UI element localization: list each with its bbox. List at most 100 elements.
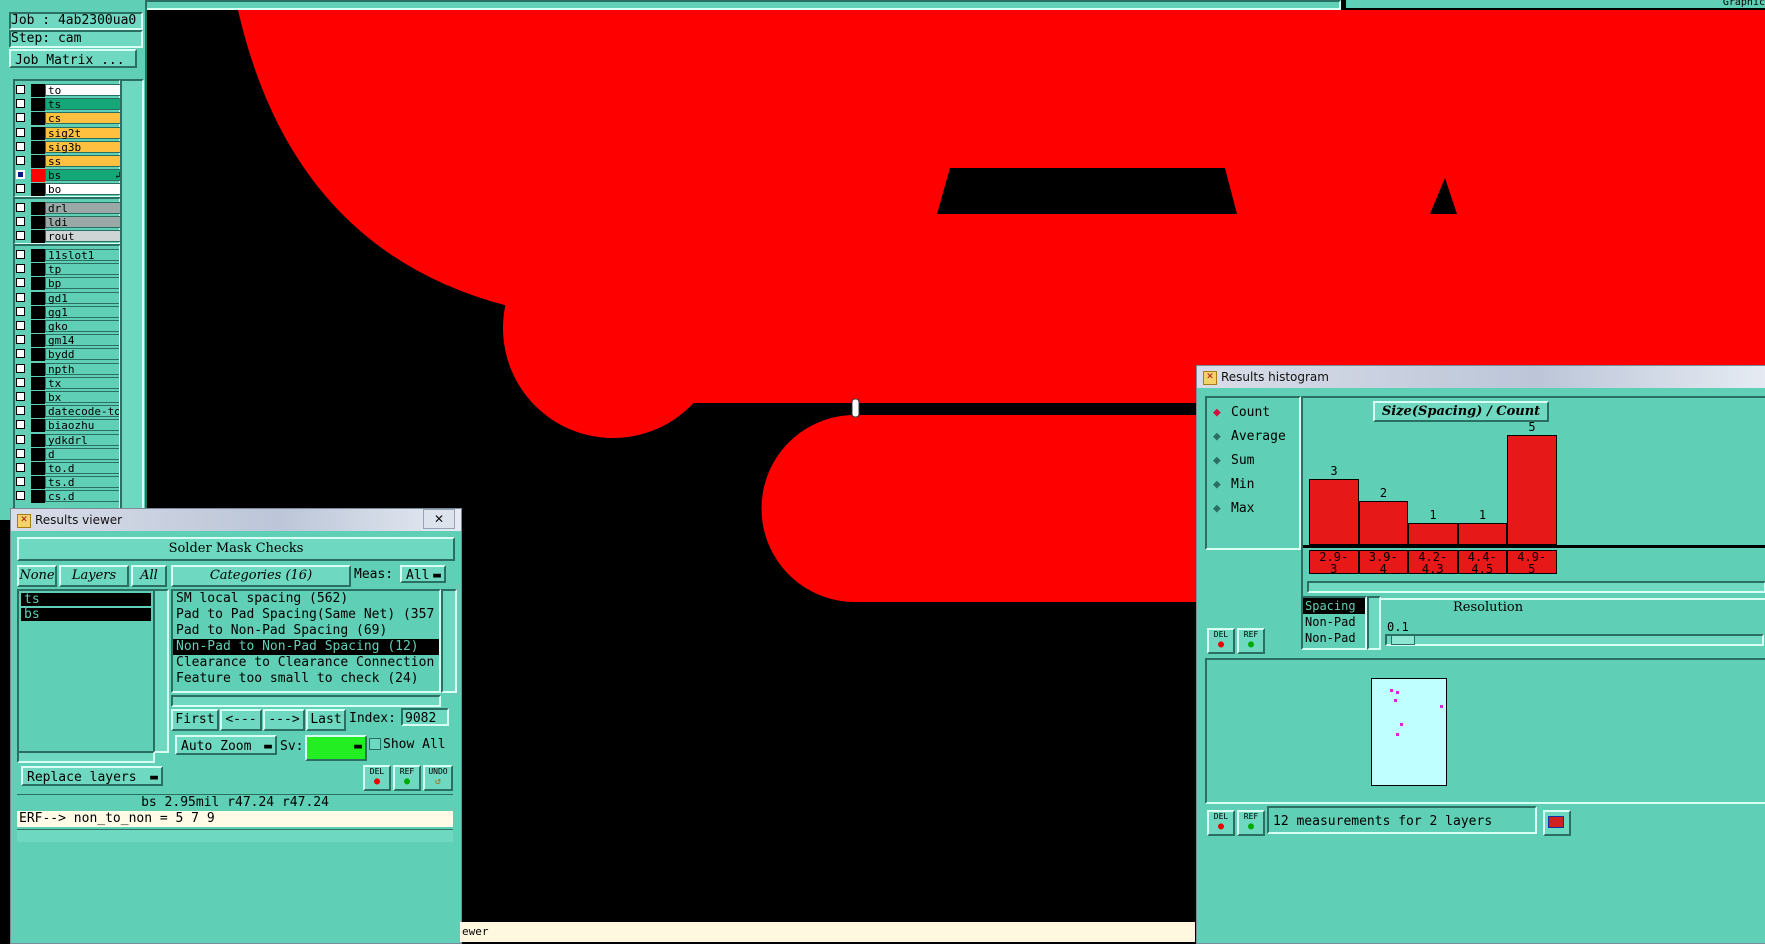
layer-name[interactable]: d (45, 448, 121, 460)
layer-checkbox[interactable] (16, 477, 25, 486)
layer-checkbox[interactable] (16, 128, 25, 137)
ref-button[interactable]: REF● (393, 765, 421, 791)
chart-hscroll[interactable] (1307, 581, 1765, 593)
layer-row-ts-d[interactable]: ts.d↲ (15, 476, 121, 489)
layer-row-sig3b[interactable]: sig3b↲ (15, 141, 127, 154)
radio-icon[interactable]: ◆ (1213, 452, 1225, 470)
layer-name[interactable]: drl (45, 202, 129, 214)
layer-color-swatch[interactable] (31, 141, 45, 154)
layer-name[interactable]: gg1 (45, 306, 121, 318)
result-layer-item[interactable]: bs (21, 608, 151, 621)
layer-checkbox[interactable] (16, 491, 25, 500)
resolution-slider[interactable] (1385, 634, 1764, 646)
layer-color-swatch[interactable] (31, 306, 45, 319)
layer-checkbox[interactable] (16, 378, 25, 387)
layer-name[interactable]: cs↲ (45, 112, 129, 124)
layer-name[interactable]: gd1 (45, 292, 121, 304)
preview-del-button[interactable]: DEL● (1207, 810, 1235, 836)
layer-name[interactable]: ydkdrl (45, 434, 121, 446)
histogram-bar[interactable] (1507, 435, 1557, 545)
category-item[interactable]: Feature too small to check (24) (173, 671, 439, 687)
layer-checkbox[interactable] (16, 203, 25, 212)
layer-checkbox[interactable] (16, 85, 25, 94)
layer-row-drl[interactable]: drl (15, 202, 127, 215)
layer-row-gg1[interactable]: gg1 (15, 306, 121, 319)
layer-color-swatch[interactable] (31, 462, 45, 475)
layer-row-cs[interactable]: cs↲ (15, 112, 127, 125)
layer-row-tp[interactable]: tp (15, 263, 121, 276)
layer-checkbox[interactable] (16, 406, 25, 415)
layer-row-gd1[interactable]: gd1 (15, 292, 121, 305)
layer-color-swatch[interactable] (31, 405, 45, 418)
auto-zoom-dropdown[interactable]: Auto Zoom ▬ (175, 735, 277, 755)
layer-row-tx[interactable]: tx (15, 377, 121, 390)
layer-name[interactable]: ss↲ (45, 155, 129, 167)
layer-row-ldi[interactable]: ldi (15, 216, 127, 229)
layer-name[interactable]: bo↲ (45, 183, 129, 195)
layer-name[interactable]: datecode-to (45, 405, 121, 417)
layer-name[interactable]: bydd (45, 348, 121, 360)
layer-row-ydkdrl[interactable]: ydkdrl (15, 434, 121, 447)
layer-row-ss[interactable]: ss↲ (15, 155, 127, 168)
layer-checkbox[interactable] (16, 113, 25, 122)
histogram-titlebar[interactable]: ✕ Results histogram (1197, 366, 1765, 388)
layer-color-swatch[interactable] (31, 434, 45, 447)
layer-checkbox[interactable] (16, 364, 25, 373)
layer-color-swatch[interactable] (31, 263, 45, 276)
layer-name[interactable]: to↲ (45, 84, 129, 96)
radio-icon[interactable]: ◆ (1213, 500, 1225, 518)
layer-name[interactable]: bs↲⊞ (45, 169, 129, 181)
layer-name[interactable]: gm14 (45, 334, 121, 346)
first-button[interactable]: First (171, 709, 219, 731)
measure-item[interactable]: Non-Pad (1303, 614, 1365, 630)
layer-checkbox[interactable] (16, 278, 25, 287)
layer-color-swatch[interactable] (31, 419, 45, 432)
layer-row-to[interactable]: to↲ (15, 84, 127, 97)
layer-checkbox[interactable] (16, 321, 25, 330)
layer-name[interactable]: sig2t↲ (45, 127, 129, 139)
layer-row-bs[interactable]: bs↲⊞ (15, 169, 127, 182)
all-button[interactable]: All (131, 565, 167, 587)
layer-list-vscroll[interactable] (153, 589, 169, 753)
layer-row-biaozhu[interactable]: biaozhu (15, 419, 121, 432)
layer-color-swatch[interactable] (31, 448, 45, 461)
option-sum[interactable]: ◆Sum (1213, 452, 1254, 470)
layer-list-hscroll[interactable] (17, 751, 155, 763)
radio-selected-icon[interactable]: ◆ (1213, 404, 1225, 422)
layer-checkbox[interactable] (16, 264, 25, 273)
layer-color-swatch[interactable] (31, 363, 45, 376)
layer-color-swatch[interactable] (31, 377, 45, 390)
layer-row-bp[interactable]: bp (15, 277, 121, 290)
layer-name[interactable]: ldi (45, 216, 129, 228)
layer-color-swatch[interactable] (31, 84, 45, 97)
layer-color-swatch[interactable] (31, 183, 45, 196)
option-max[interactable]: ◆Max (1213, 500, 1254, 518)
layer-color-swatch[interactable] (31, 476, 45, 489)
layer-color-swatch[interactable] (31, 391, 45, 404)
layer-name[interactable]: ts.d↲ (45, 476, 121, 488)
none-button[interactable]: None (17, 565, 57, 587)
layer-color-swatch[interactable] (31, 490, 45, 503)
category-item[interactable]: Pad to Pad Spacing(Same Net) (357 (173, 607, 439, 623)
option-average[interactable]: ◆Average (1213, 428, 1286, 446)
layer-name[interactable]: bp (45, 277, 121, 289)
meas-dropdown[interactable]: All ▬ (400, 565, 446, 583)
layer-row-to-d[interactable]: to.d↲ (15, 462, 121, 475)
chart-type-button[interactable] (1543, 810, 1571, 836)
layer-checkbox[interactable] (16, 420, 25, 429)
layer-checkbox[interactable] (16, 293, 25, 302)
layer-checkbox[interactable] (16, 349, 25, 358)
layer-color-swatch[interactable] (31, 127, 45, 140)
layer-checkbox[interactable] (16, 449, 25, 458)
layer-checkbox[interactable] (16, 231, 25, 240)
layer-name[interactable]: rout (45, 230, 129, 242)
layer-checkbox[interactable] (16, 217, 25, 226)
del-button[interactable]: DEL● (363, 765, 391, 791)
histogram-bar[interactable] (1408, 523, 1458, 545)
layer-color-swatch[interactable] (31, 230, 45, 243)
layer-name[interactable]: tp (45, 263, 121, 275)
hist-del-button[interactable]: DEL● (1207, 628, 1235, 654)
categories-button[interactable]: Categories (16) (171, 565, 351, 587)
layer-row-d[interactable]: d (15, 448, 121, 461)
preview-board[interactable] (1371, 678, 1447, 786)
